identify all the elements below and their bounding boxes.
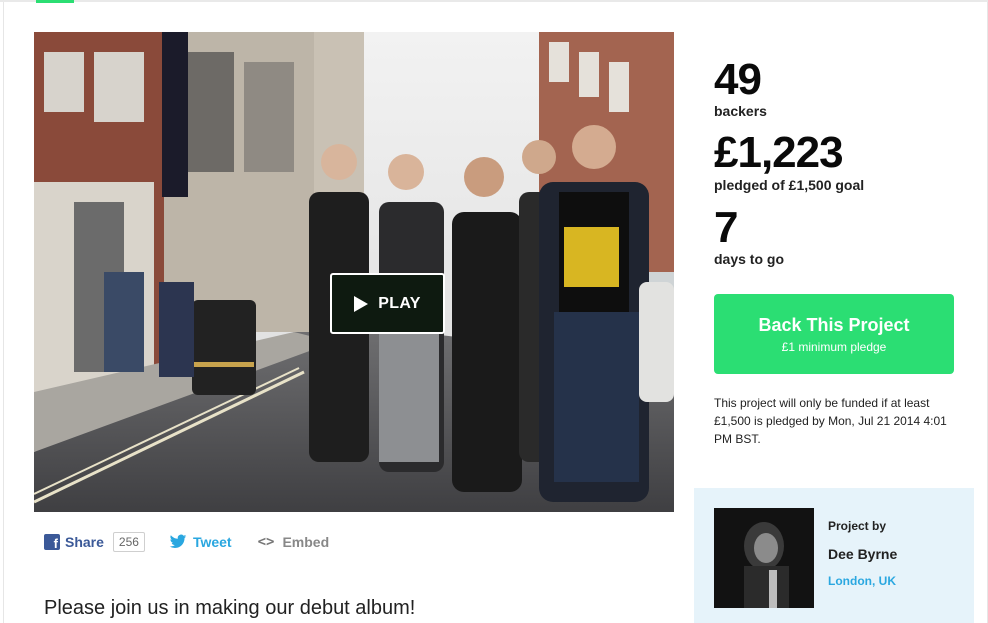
days-to-go-count: 7 (714, 203, 739, 252)
project-video[interactable]: PLAY (34, 32, 674, 512)
play-button[interactable]: PLAY (330, 273, 445, 334)
tweet-button[interactable]: Tweet (169, 534, 232, 550)
creator-location-link[interactable]: London, UK (828, 574, 896, 588)
facebook-icon: f (44, 534, 60, 550)
creator-photo-image (714, 508, 814, 608)
embed-button[interactable]: <> Embed (258, 534, 330, 550)
play-label: PLAY (378, 294, 421, 312)
backers-label: backers (714, 103, 767, 119)
back-project-title: Back This Project (758, 315, 910, 335)
funding-note: This project will only be funded if at l… (714, 396, 947, 446)
pledged-goal-label: pledged of £1,500 goal (714, 177, 865, 193)
backers-count: 49 (714, 55, 762, 104)
creator-name[interactable]: Dee Byrne (828, 546, 897, 562)
play-icon (354, 295, 369, 312)
facebook-share-label: Share (65, 534, 104, 550)
top-border (0, 0, 988, 2)
facebook-share-button[interactable]: f Share 256 (44, 532, 145, 552)
days-to-go-label: days to go (714, 251, 785, 267)
minimum-pledge-label: £1 minimum pledge (781, 340, 887, 354)
project-blurb: Please join us in making our debut album… (44, 597, 416, 619)
left-border (3, 2, 4, 623)
creator-card: Project by Dee Byrne London, UK (694, 488, 974, 623)
share-bar: f Share 256 Tweet <> Embed (44, 530, 329, 554)
twitter-bird-icon (169, 534, 187, 549)
code-icon: <> (257, 534, 275, 550)
facebook-share-count: 256 (112, 532, 145, 552)
video-thumbnail (34, 32, 674, 512)
tweet-label: Tweet (192, 534, 232, 550)
pledged-amount: £1,223 (714, 128, 844, 177)
embed-label: Embed (282, 534, 330, 550)
project-by-label: Project by (828, 519, 887, 533)
back-project-button[interactable]: Back This Project £1 minimum pledge (714, 294, 954, 374)
active-tab-indicator (36, 0, 74, 3)
creator-avatar[interactable] (714, 508, 814, 608)
